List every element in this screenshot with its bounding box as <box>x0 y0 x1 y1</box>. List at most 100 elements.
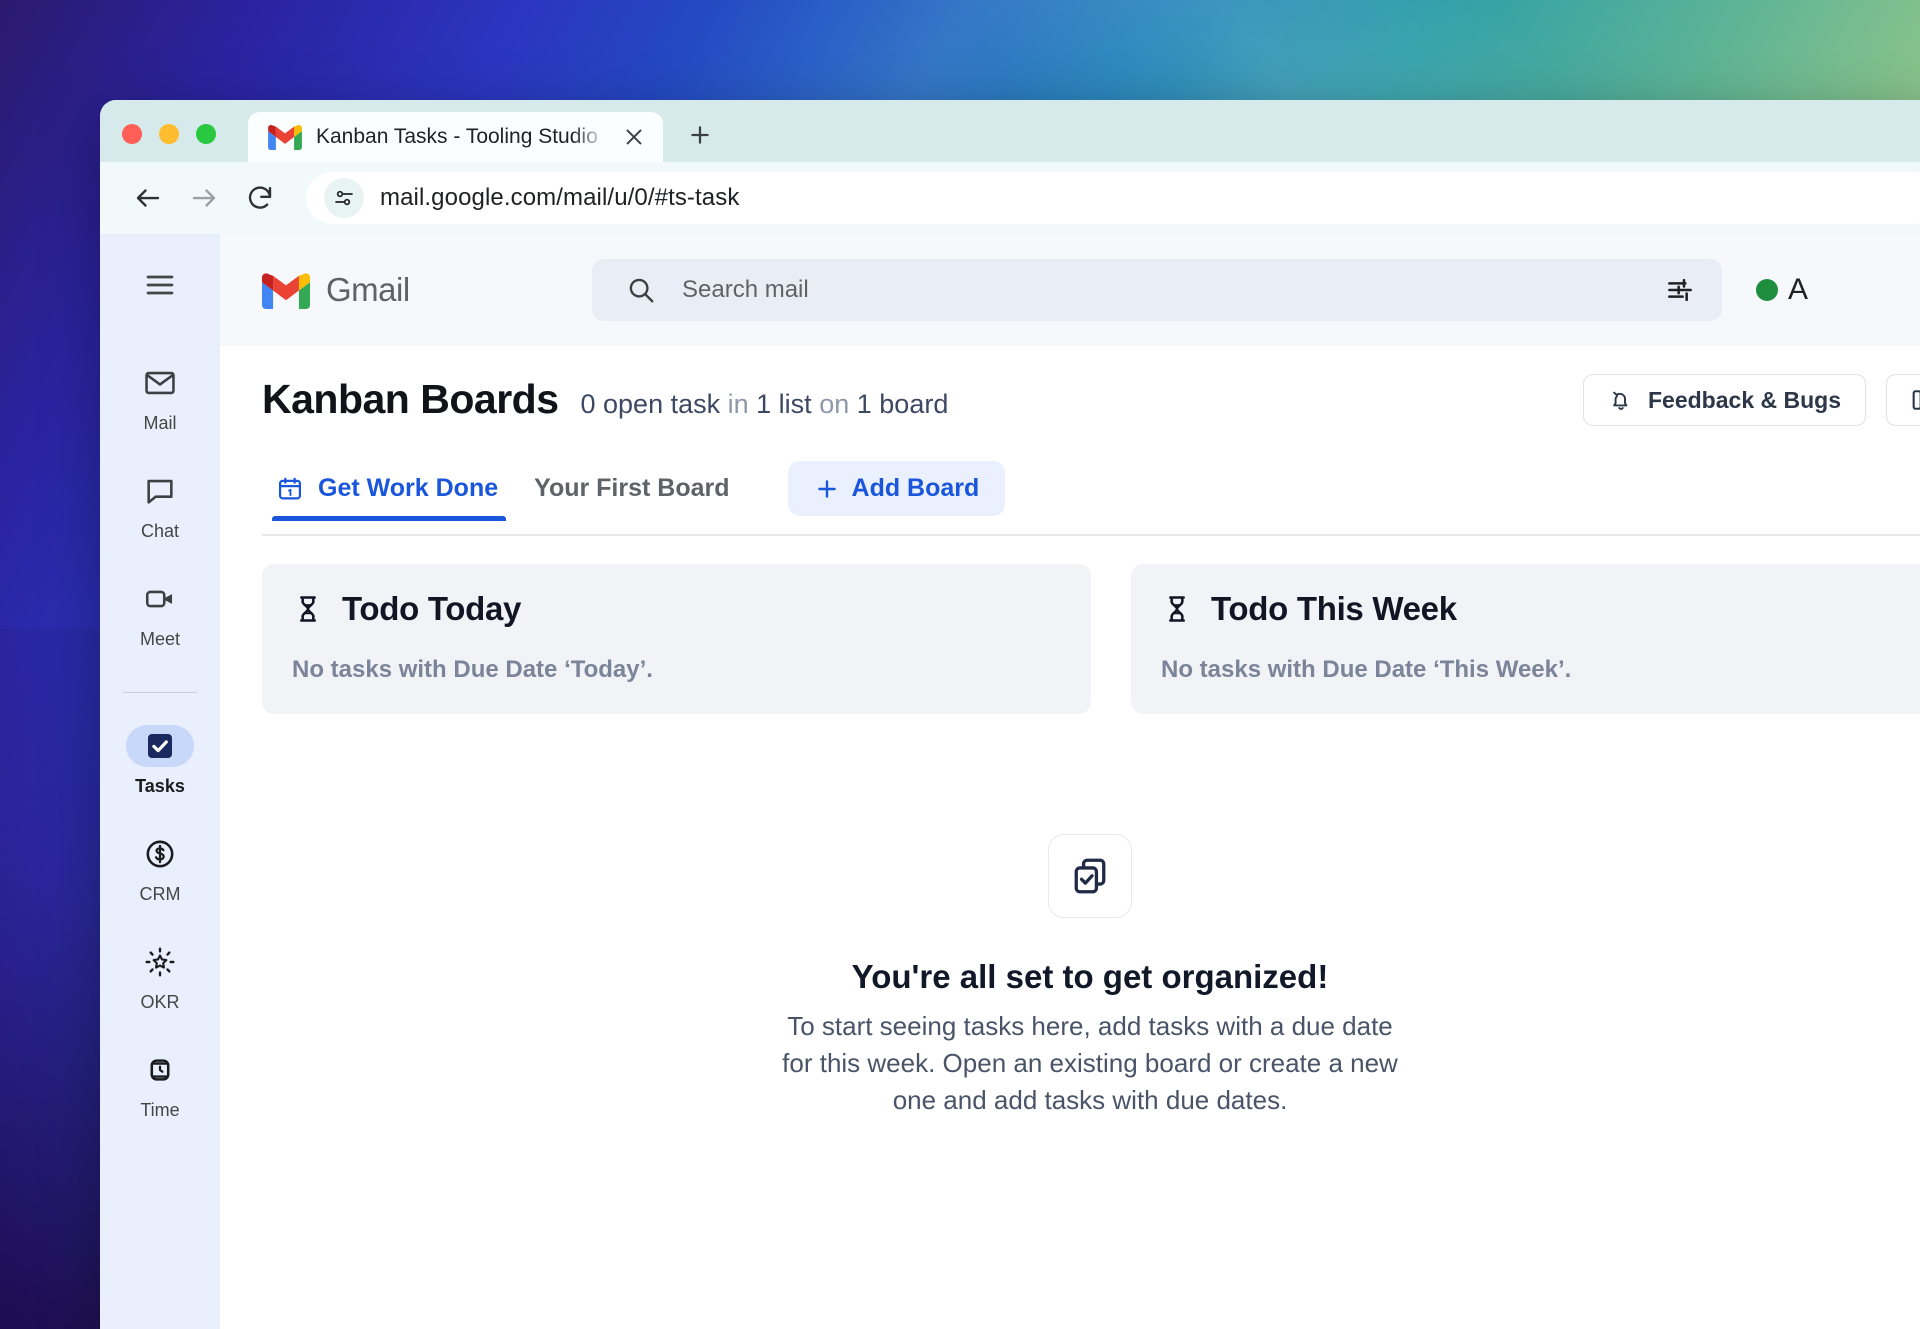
summary-on: on <box>819 389 850 419</box>
page-title: Kanban Boards <box>262 376 559 422</box>
star-burst-icon <box>126 941 194 983</box>
empty-state: You're all set to get organized! To star… <box>262 834 1920 1119</box>
search-icon <box>629 278 654 303</box>
presence-status-dot <box>1756 279 1778 301</box>
empty-state-title: You're all set to get organized! <box>851 958 1329 995</box>
browser-window: Kanban Tasks - Tooling Studio mail.googl… <box>100 100 1920 1329</box>
plus-icon <box>817 479 836 498</box>
forward-arrow-icon <box>192 189 216 207</box>
add-board-button[interactable]: Add Board <box>787 461 1006 516</box>
gmail-brand[interactable]: Gmail <box>262 271 592 309</box>
summary-cards: Todo Today No tasks with Due Date ‘Today… <box>262 536 1920 714</box>
sidebar-item-tasks[interactable]: Tasks <box>100 725 220 797</box>
sidebar-label-meet: Meet <box>139 629 181 649</box>
sidebar-item-okr[interactable]: OKR <box>100 941 220 1013</box>
close-window-button[interactable] <box>122 124 142 144</box>
board-tab-list: Get Work Done Your First Board Add Board <box>262 461 1920 534</box>
sidebar-item-crm[interactable]: CRM <box>100 833 220 905</box>
account-avatar[interactable]: A <box>1756 273 1808 307</box>
gmail-brand-label: Gmail <box>326 271 410 308</box>
site-settings-icon <box>335 190 353 206</box>
tasks-checkbox-icon <box>126 725 194 767</box>
minimize-window-button[interactable] <box>159 124 179 144</box>
board-layout-button[interactable] <box>1886 374 1920 426</box>
address-bar[interactable]: mail.google.com/mail/u/0/#ts-task <box>306 172 1920 224</box>
plus-icon <box>691 126 709 144</box>
reload-button[interactable] <box>234 172 286 224</box>
sidebar-label-time: Time <box>140 1100 180 1120</box>
search-mail-bar[interactable]: Search mail <box>592 259 1722 321</box>
sidebar-label-crm: CRM <box>139 884 181 904</box>
window-controls <box>122 124 216 162</box>
search-options-icon[interactable] <box>1664 274 1696 306</box>
summary-board-count: 1 board <box>856 389 949 419</box>
summary-in: in <box>727 389 749 419</box>
card-empty-text: No tasks with Due Date ‘This Week’. <box>1161 656 1572 683</box>
sidebar-label-mail: Mail <box>143 413 177 433</box>
card-title: Todo This Week <box>1211 590 1457 627</box>
tab-label-get-work-done: Get Work Done <box>318 474 499 502</box>
feedback-and-bugs-button[interactable]: Feedback & Bugs <box>1583 374 1866 426</box>
browser-toolbar: mail.google.com/mail/u/0/#ts-task <box>100 162 1920 234</box>
summary-open-count: 0 open task <box>580 389 721 419</box>
desktop-wallpaper: Kanban Tasks - Tooling Studio mail.googl… <box>0 0 1920 1329</box>
browser-tab[interactable]: Kanban Tasks - Tooling Studio <box>248 112 663 162</box>
page-viewport: Mail Chat Meet Tasks CRM OKR Time Gmail … <box>100 234 1920 1329</box>
gmail-logo-icon <box>262 272 310 309</box>
browser-tab-title: Kanban Tasks - Tooling Studio <box>316 125 598 148</box>
close-tab-button[interactable] <box>621 124 647 150</box>
back-button[interactable] <box>122 172 174 224</box>
page-content: Gmail Search mail A Kanban Boards 0 open… <box>220 234 1920 1329</box>
site-settings-button[interactable] <box>324 178 364 218</box>
card-todo-today: Todo Today No tasks with Due Date ‘Today… <box>262 564 1091 714</box>
reload-icon <box>248 186 272 209</box>
close-icon <box>626 129 642 145</box>
columns-layout-icon <box>1912 390 1920 410</box>
dollar-circle-icon <box>126 833 194 875</box>
kanban-app: Kanban Boards 0 open task in 1 list on 1… <box>220 346 1920 1329</box>
calendar-icon <box>278 477 302 499</box>
gmail-favicon-icon <box>268 124 302 150</box>
main-menu-button[interactable] <box>131 256 189 314</box>
forward-button[interactable] <box>178 172 230 224</box>
maximize-window-button[interactable] <box>196 124 216 144</box>
card-header: Todo Today <box>292 590 1061 628</box>
watch-icon <box>126 1049 194 1091</box>
new-tab-button[interactable] <box>683 118 717 152</box>
tab-get-work-done[interactable]: Get Work Done <box>262 474 520 521</box>
sidebar-item-chat[interactable]: Chat <box>100 470 220 542</box>
page-summary: 0 open task in 1 list on 1 board <box>581 389 949 420</box>
sidebar-label-okr: OKR <box>140 992 180 1012</box>
sidebar-item-mail[interactable]: Mail <box>100 362 220 434</box>
hourglass-icon <box>300 596 316 622</box>
card-header: Todo This Week <box>1161 590 1920 628</box>
back-arrow-icon <box>136 189 160 207</box>
sidebar-item-time[interactable]: Time <box>100 1049 220 1121</box>
header-actions: Feedback & Bugs <box>1583 374 1920 426</box>
empty-state-body: To start seeing tasks here, add tasks wi… <box>782 1011 1398 1115</box>
address-bar-url: mail.google.com/mail/u/0/#ts-task <box>380 184 740 211</box>
avatar-initial: A <box>1788 273 1809 306</box>
hourglass-icon <box>1169 596 1185 622</box>
summary-list-count: 1 list <box>756 389 812 419</box>
card-empty-text: No tasks with Due Date ‘Today’. <box>292 656 653 683</box>
tab-your-first-board[interactable]: Your First Board <box>520 474 751 521</box>
card-title: Todo Today <box>342 590 522 627</box>
add-board-label: Add Board <box>851 474 980 502</box>
mail-icon <box>126 362 194 404</box>
browser-tab-strip: Kanban Tasks - Tooling Studio <box>100 100 1920 162</box>
card-todo-this-week: Todo This Week No tasks with Due Date ‘T… <box>1131 564 1920 714</box>
sidebar-divider <box>123 692 197 693</box>
gmail-app-rail: Mail Chat Meet Tasks CRM OKR Time <box>100 234 220 1329</box>
gmail-header: Gmail Search mail A <box>220 234 1920 346</box>
bell-icon <box>1613 391 1628 410</box>
sidebar-label-tasks: Tasks <box>135 776 185 796</box>
sidebar-label-chat: Chat <box>140 521 180 541</box>
main-menu-icon <box>146 275 174 295</box>
search-input[interactable]: Search mail <box>682 276 1638 304</box>
copy-task-icon <box>1048 834 1132 918</box>
chat-bubble-icon <box>126 470 194 512</box>
feedback-label: Feedback & Bugs <box>1648 386 1841 413</box>
tab-label-your-first-board: Your First Board <box>534 474 730 502</box>
sidebar-item-meet[interactable]: Meet <box>100 578 220 650</box>
